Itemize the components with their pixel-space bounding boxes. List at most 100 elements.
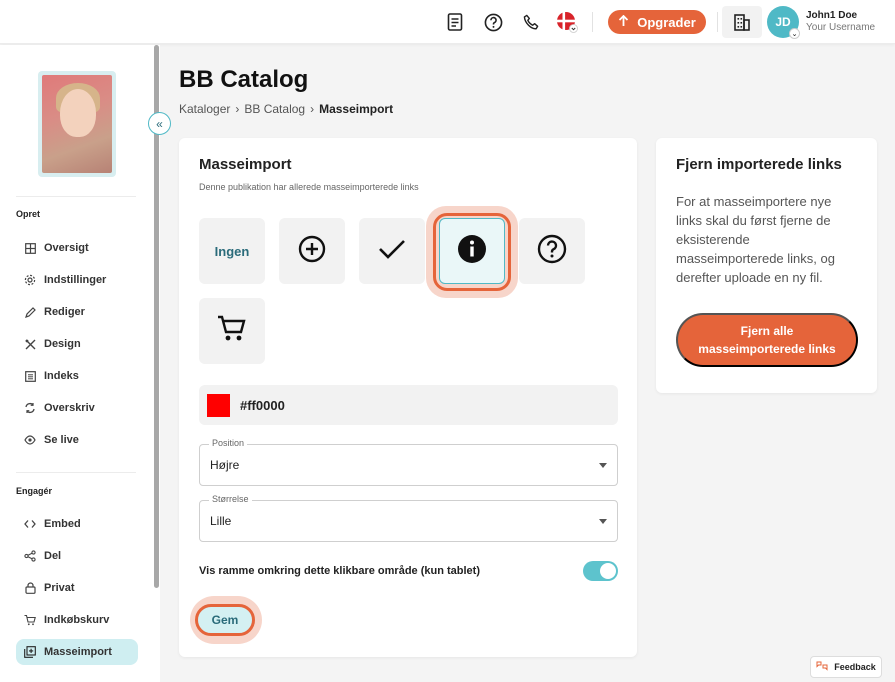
index-icon — [24, 370, 36, 382]
feedback-label: Feedback — [834, 662, 876, 672]
save-button[interactable]: Gem — [195, 604, 255, 636]
remove-card-text: For at masseimportere nye links skal du … — [676, 194, 835, 285]
sidebar-item-label: Overskriv — [44, 402, 95, 414]
share-icon — [24, 550, 36, 562]
icon-option-cart[interactable] — [199, 298, 265, 364]
building-icon[interactable] — [722, 6, 762, 38]
sidebar-item-indkobskurv[interactable]: Indkøbskurv — [16, 607, 138, 633]
avatar-initials: JD — [775, 15, 791, 29]
breadcrumb: Kataloger › BB Catalog › Masseimport — [179, 102, 393, 116]
avatar[interactable]: JD ⌄ — [767, 6, 800, 39]
question-icon — [537, 234, 567, 269]
import-icon — [24, 646, 36, 658]
card-title: Masseimport — [199, 156, 292, 173]
code-icon — [24, 518, 36, 530]
user-name[interactable]: John1 Doe — [806, 10, 857, 21]
border-toggle-label: Vis ramme omkring dette klikbare område … — [199, 565, 480, 577]
position-select-value: Højre — [210, 458, 240, 472]
sidebar-section-title: Opret — [16, 209, 41, 219]
selection-outline — [433, 213, 511, 291]
icon-option-none[interactable]: Ingen — [199, 218, 265, 284]
remove-card-title: Fjern importerede links — [676, 156, 842, 173]
divider — [16, 196, 136, 197]
edit-icon — [24, 306, 36, 318]
catalog-cover-image — [42, 75, 112, 173]
color-picker-field[interactable]: #ff0000 — [199, 385, 618, 425]
sidebar-item-masseimport[interactable]: Masseimport — [16, 639, 138, 665]
size-select[interactable]: Størrelse Lille — [199, 494, 618, 542]
danish-flag-icon[interactable] — [556, 11, 578, 33]
cart-icon — [24, 614, 36, 626]
sidebar-item-label: Indeks — [44, 370, 79, 382]
position-select[interactable]: Position Højre — [199, 438, 618, 486]
feedback-icon — [816, 661, 828, 673]
cart-icon — [217, 315, 247, 348]
breadcrumb-current: Masseimport — [319, 102, 394, 116]
collapse-sidebar-button[interactable]: « — [148, 112, 171, 135]
divider — [592, 12, 593, 32]
sidebar-section-title: Engagér — [16, 486, 53, 496]
divider — [717, 12, 718, 32]
toggle-knob — [600, 563, 616, 579]
icon-option-label: Ingen — [214, 243, 250, 259]
lock-icon — [24, 582, 36, 594]
document-icon[interactable] — [444, 11, 466, 33]
sidebar-item-del[interactable]: Del — [16, 543, 138, 569]
sidebar-item-label: Embed — [44, 518, 81, 530]
sidebar-item-label: Se live — [44, 434, 79, 446]
user-username: Your Username — [806, 22, 876, 33]
size-select-value: Lille — [210, 514, 232, 528]
chevron-down-icon: ⌄ — [789, 28, 800, 39]
remove-all-button[interactable]: Fjern alle masseimporterede links — [676, 313, 858, 367]
chevron-right-icon: › — [310, 102, 315, 116]
help-icon[interactable] — [482, 11, 504, 33]
breadcrumb-item[interactable]: BB Catalog — [244, 102, 305, 116]
sidebar-item-privat[interactable]: Privat — [16, 575, 138, 601]
checkmark-icon — [378, 238, 406, 265]
dropdown-arrow-icon — [599, 519, 607, 524]
sidebar-item-overskriv[interactable]: Overskriv — [16, 395, 138, 421]
dropdown-arrow-icon — [599, 463, 607, 468]
sidebar-item-label: Oversigt — [44, 242, 89, 254]
settings-icon — [24, 274, 36, 286]
sidebar-item-label: Design — [44, 338, 81, 350]
design-icon — [24, 338, 36, 350]
sidebar-item-rediger[interactable]: Rediger — [16, 299, 138, 325]
page-title: BB Catalog — [179, 66, 309, 93]
sidebar-item-indstillinger[interactable]: Indstillinger — [16, 267, 138, 293]
divider — [16, 472, 136, 473]
overview-icon — [24, 242, 36, 254]
sidebar-item-indeks[interactable]: Indeks — [16, 363, 138, 389]
card-subtitle: Denne publikation har allerede masseimpo… — [199, 182, 419, 192]
plus-circle-icon — [298, 235, 326, 268]
icon-option-plus[interactable] — [279, 218, 345, 284]
sidebar-item-label: Del — [44, 550, 62, 562]
sidebar-item-se-live[interactable]: Se live — [16, 427, 138, 453]
eye-icon — [24, 434, 36, 446]
icon-option-check[interactable] — [359, 218, 425, 284]
sidebar-item-label: Indkøbskurv — [44, 614, 110, 626]
sidebar-item-oversigt[interactable]: Oversigt — [16, 235, 138, 261]
top-bar: Opgrader JD ⌄ John1 Doe Your Username — [0, 0, 895, 44]
breadcrumb-item[interactable]: Kataloger — [179, 102, 230, 116]
color-value[interactable]: #ff0000 — [240, 398, 285, 413]
color-swatch[interactable] — [207, 393, 230, 417]
sidebar-item-label: Masseimport — [44, 646, 112, 658]
upgrade-button[interactable]: Opgrader — [608, 10, 706, 34]
border-toggle[interactable] — [583, 561, 618, 581]
phone-icon[interactable] — [520, 11, 542, 33]
sidebar-item-label: Rediger — [44, 306, 85, 318]
sidebar-item-embed[interactable]: Embed — [16, 511, 138, 537]
upgrade-label: Opgrader — [637, 14, 696, 30]
chevron-right-icon: › — [235, 102, 240, 116]
sidebar-item-design[interactable]: Design — [16, 331, 138, 357]
overwrite-icon — [24, 402, 36, 414]
catalog-thumbnail[interactable] — [38, 71, 116, 177]
position-select-label: Position — [209, 438, 248, 448]
sidebar-item-label: Indstillinger — [44, 274, 107, 286]
sidebar-item-label: Privat — [44, 582, 75, 594]
rocket-icon — [618, 14, 629, 30]
feedback-button[interactable]: Feedback — [810, 656, 882, 678]
size-select-label: Størrelse — [209, 494, 252, 504]
icon-option-question[interactable] — [519, 218, 585, 284]
